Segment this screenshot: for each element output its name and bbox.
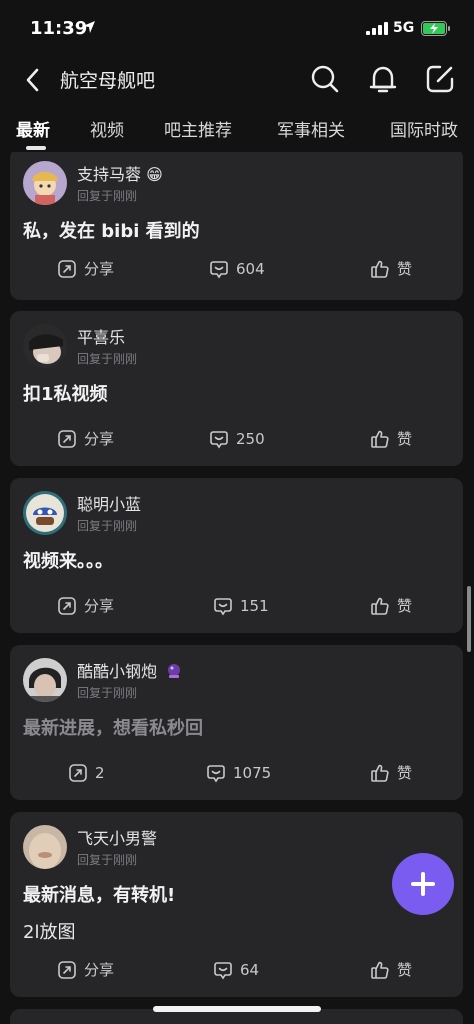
username[interactable]: 飞天小男警 [77,825,157,849]
crystal-ball-icon [168,664,181,678]
reply-time: 回复于刚刚 [77,519,138,533]
tab-international[interactable]: 国际时政 [390,116,458,141]
post-card[interactable]: 酷酷小钢炮 回复于刚刚 最新进展，想看私秒回 2 1075 赞 [10,645,463,800]
post-card[interactable]: 平喜乐 回复于刚刚 扣1私视频 分享 250 赞 [10,311,463,466]
post-card[interactable]: 支持马蓉 😁 回复于刚刚 私，发在 bibi 看到的 分享 604 赞 [10,152,463,300]
comment-icon [214,962,232,980]
avatar[interactable] [23,324,67,368]
forum-title: 航空母舰吧 [60,70,156,92]
username[interactable]: 平喜乐 [77,324,125,348]
status-bar: 11:39 5G [0,0,474,56]
share-icon [58,260,76,278]
share-icon [58,961,76,979]
thumbs-up-icon [371,764,389,782]
battery-charging-icon [421,21,450,36]
tab-military[interactable]: 军事相关 [277,116,345,141]
bell-icon[interactable] [366,62,400,96]
share-icon [69,764,87,782]
tab-moderator-picks[interactable]: 吧主推荐 [164,116,232,141]
post-text[interactable]: 最新进展，想看私秒回 [23,714,203,740]
thumbs-up-icon [371,430,389,448]
status-time: 11:39 [30,18,88,39]
reply-time: 回复于刚刚 [77,853,138,867]
tab-video[interactable]: 视频 [90,116,124,141]
post-text[interactable]: 扣1私视频 [23,380,108,406]
search-icon[interactable] [308,62,342,96]
username[interactable]: 聪明小蓝 [77,491,141,515]
post-card[interactable]: 飞天小男警 回复于刚刚 最新消息，有转机! 2l放图 分享 64 赞 [10,812,463,997]
comment-icon [210,431,228,449]
avatar[interactable] [23,491,67,535]
cellular-signal-icon [366,22,388,35]
thumbs-up-icon [371,597,389,615]
back-arrow-icon[interactable] [22,64,46,96]
post-text[interactable]: 最新消息，有转机! [23,881,175,907]
grin-emoji: 😁 [146,165,163,184]
location-arrow-icon [83,21,95,33]
share-icon [58,430,76,448]
thumbs-up-icon [371,260,389,278]
post-card[interactable]: 聪明小蓝 回复于刚刚 视频来。。。 分享 151 赞 [10,478,463,633]
comment-icon [214,598,232,616]
avatar[interactable] [23,161,67,205]
active-tab-indicator [26,146,46,150]
comment-icon [210,261,228,279]
new-post-plus-button[interactable] [392,853,454,915]
forum-header: 航空母舰吧 [0,56,474,104]
reply-time: 回复于刚刚 [77,686,138,700]
post-text[interactable]: 私，发在 bibi 看到的 [23,217,200,243]
comment-icon [207,765,225,783]
home-indicator[interactable] [153,1006,321,1012]
tab-bar: 最新 视频 吧主推荐 军事相关 国际时政 [0,112,474,152]
share-icon [58,597,76,615]
username[interactable]: 酷酷小钢炮 [77,658,182,682]
username[interactable]: 支持马蓉 😁 [77,161,163,185]
tab-latest[interactable]: 最新 [16,116,50,141]
scrollbar[interactable] [467,586,471,652]
reply-time: 回复于刚刚 [77,189,138,203]
network-type: 5G [393,20,415,36]
reply-time: 回复于刚刚 [77,352,138,366]
avatar[interactable] [23,658,67,702]
post-text[interactable]: 视频来。。。 [23,547,113,573]
post-text-line2[interactable]: 2l放图 [23,918,75,944]
avatar[interactable] [23,825,67,869]
compose-icon[interactable] [423,62,457,96]
thumbs-up-icon [371,961,389,979]
